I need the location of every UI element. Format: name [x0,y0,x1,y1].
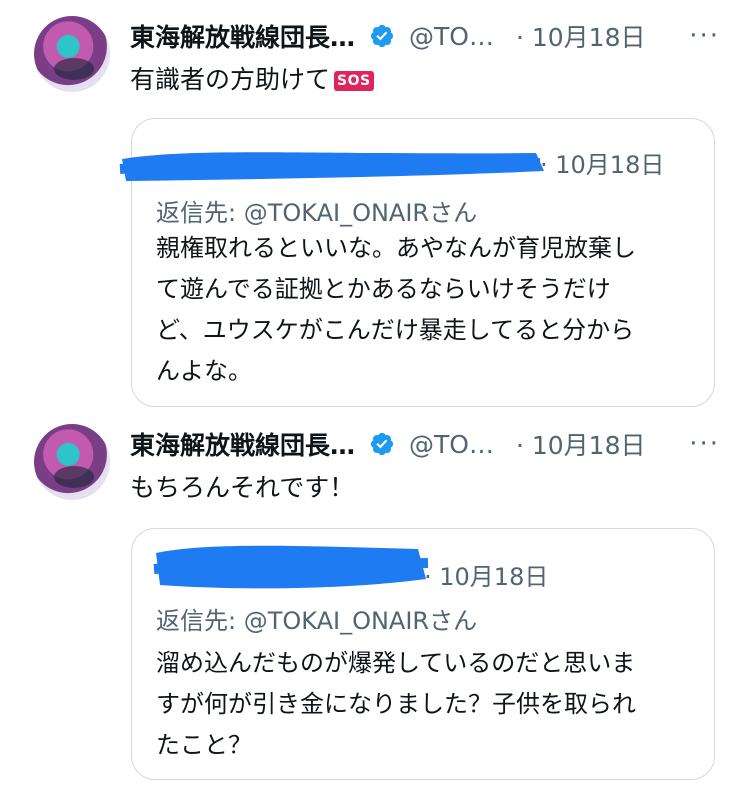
quoted-text-line: ど、ユウスケがこんだけ暴走してると分から [156,316,635,344]
verified-badge-icon [369,23,395,49]
quoted-text-line: て遊んでる証拠とかあるならいけそうだけ [156,275,611,303]
quoted-tweet[interactable]: · 10月18日 返信先: @TOKAI_ONAIRさん 親権取れるといいな。あ… [119,118,715,407]
tweet-text: もちろんそれです！ [130,473,355,502]
reply-to-label[interactable]: 返信先: @TOKAI_ONAIRさん [156,601,477,636]
author-name[interactable]: 東海解放戦線団長… [130,426,355,462]
quoted-text-line: 溜め込んだものが爆発しているのだと思いま [156,649,636,677]
avatar[interactable] [34,424,110,500]
author-handle[interactable]: @TO… [409,22,494,51]
quoted-text-line: すが何が引き金になりました？子供を取られ [156,690,636,718]
tweet-date[interactable]: · 10月18日 [516,18,646,54]
verified-badge-icon [369,431,395,457]
quoted-tweet[interactable]: · 10月18日 返信先: @TOKAI_ONAIRさん 溜め込んだものが爆発し… [131,528,715,780]
reply-to-label[interactable]: 返信先: @TOKAI_ONAIRさん [156,193,477,228]
sos-badge-icon: SOS [334,71,374,91]
avatar[interactable] [34,16,110,92]
tweet-text: 有識者の方助けて SOS [130,60,374,96]
tweet-header: 東海解放戦線団長… @TO… · 10月18日 [130,16,646,56]
quoted-text-line: たこと？ [156,731,252,759]
quoted-tweet-date[interactable]: · 10月18日 [540,145,664,180]
tweet-date[interactable]: · 10月18日 [516,426,646,462]
quoted-text-line: 親権取れるといいな。あやなんが育児放棄し [156,234,636,262]
quoted-tweet-date[interactable]: · 10月18日 [424,557,548,592]
more-options-icon[interactable]: ··· [689,424,720,464]
tweet-text-content: 有識者の方助けて [130,65,331,94]
tweet-header: 東海解放戦線団長… @TO… · 10月18日 [130,424,646,464]
redacted-author-scribble [153,545,429,589]
quoted-tweet-text: 溜め込んだものが爆発しているのだと思いま すが何が引き金になりました？子供を取ら… [156,643,696,766]
more-options-icon[interactable]: ··· [689,16,720,56]
author-name[interactable]: 東海解放戦線団長… [130,18,355,54]
author-handle[interactable]: @TO… [409,430,494,459]
quoted-text-line: んよな。 [156,357,252,385]
quoted-tweet-text: 親権取れるといいな。あやなんが育児放棄し て遊んでる証拠とかあるならいけそうだけ… [156,228,696,392]
redacted-author-scribble [119,152,544,181]
